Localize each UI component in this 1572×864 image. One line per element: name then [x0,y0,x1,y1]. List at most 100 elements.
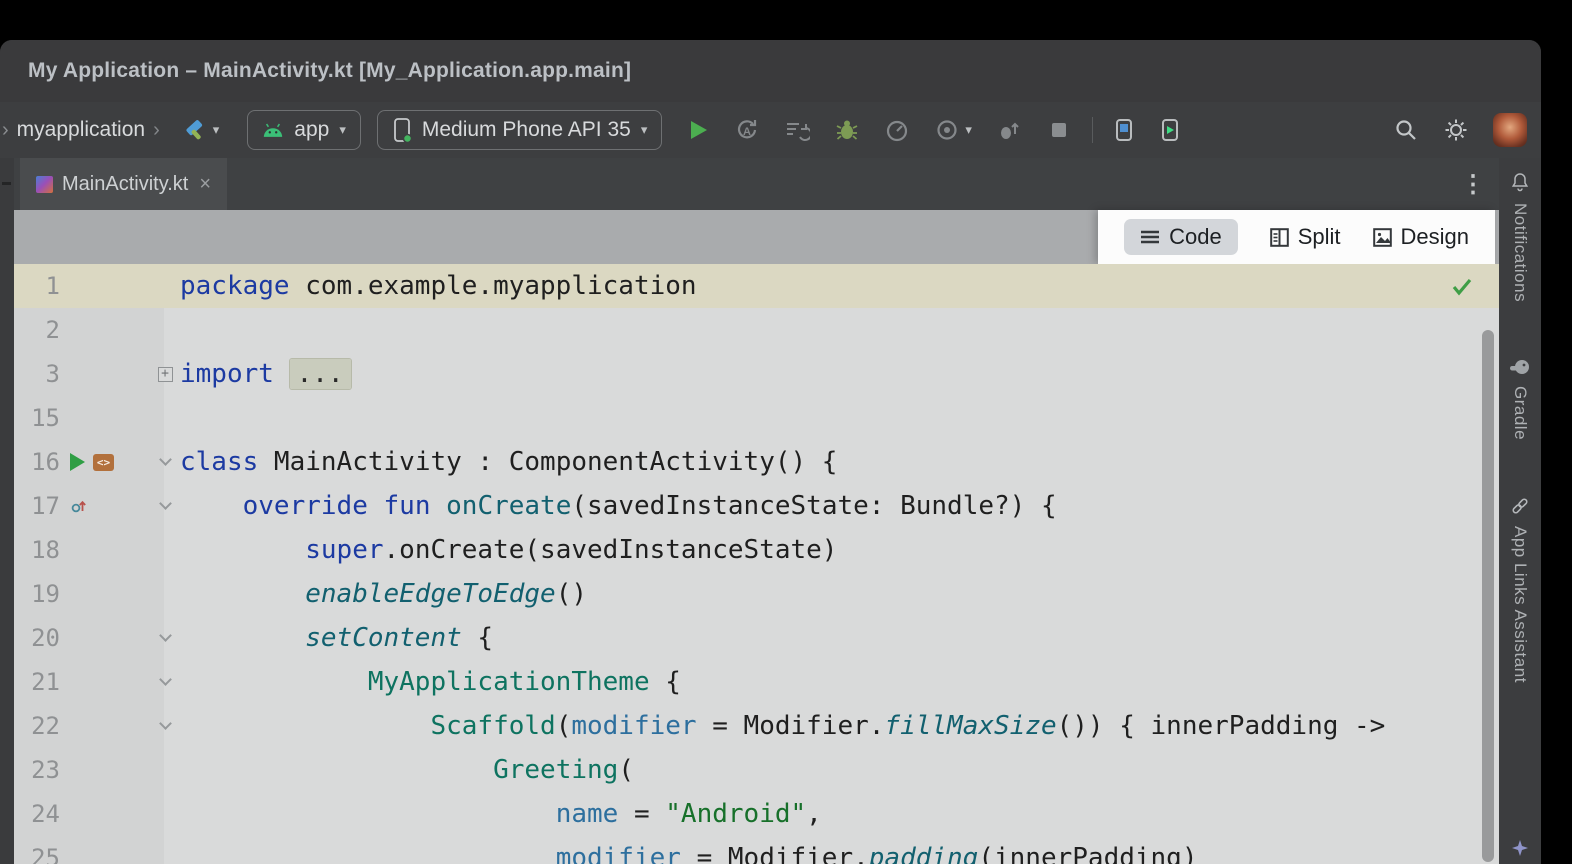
mode-design-button[interactable]: Design [1373,224,1469,250]
fold-column: + [150,367,180,382]
override-gutter-icon[interactable] [70,497,88,515]
mode-split-button[interactable]: Split [1270,224,1341,250]
apply-code-changes-button[interactable] [784,117,810,143]
code-token: MyApplicationTheme [368,667,650,697]
code-token: com.example.myapplication [290,271,697,301]
code-text[interactable]: MyApplicationTheme { [180,667,681,697]
run-gutter-icon[interactable] [70,453,85,471]
code-token: { [462,623,493,653]
app-links-icon [1510,496,1530,516]
code-token: MainActivity : ComponentActivity() { [258,447,837,477]
code-token: import [180,359,274,389]
mode-code-label: Code [1169,224,1222,250]
line-number[interactable]: 24 [14,800,60,828]
build-menu-button[interactable]: ▾ [182,117,220,143]
profiler-button[interactable] [884,117,910,143]
fold-collapse-icon[interactable] [159,497,172,510]
avatar[interactable] [1493,113,1527,147]
fold-collapse-icon[interactable] [159,673,172,686]
code-text[interactable]: Scaffold(modifier = Modifier.fillMaxSize… [180,711,1385,741]
fold-collapse-icon[interactable] [159,629,172,642]
left-tool-window-bar[interactable] [0,158,14,864]
line-number[interactable]: 25 [14,844,60,864]
stop-button[interactable] [1046,117,1072,143]
ide-window: My Application – MainActivity.kt [My_App… [0,40,1541,864]
inspections-ok-icon[interactable] [1451,276,1473,296]
toolbar-right-group [1393,113,1531,147]
line-number[interactable]: 2 [14,316,60,344]
line-number[interactable]: 15 [14,404,60,432]
fold-collapse-icon[interactable] [159,717,172,730]
code-token: "Android" [665,799,806,829]
code-editor[interactable]: 1package com.example.myapplication23+imp… [14,264,1499,864]
code-token: { [650,667,681,697]
code-token: setContent [305,623,462,653]
split-mode-icon [1270,228,1289,247]
module-selector[interactable]: app ▾ [247,110,361,150]
code-token: (innerPadding) [978,843,1197,864]
device-manager-button[interactable] [1111,117,1137,143]
profiler-gauge-icon [884,117,910,143]
fold-column [150,636,180,640]
compose-gutter-icon[interactable]: <> [93,454,114,471]
run-button[interactable] [686,118,710,142]
search-everywhere-button[interactable] [1393,117,1419,143]
code-token: = [618,799,665,829]
code-line: 3 + import ... [14,352,1499,396]
line-number[interactable]: 3 [14,360,60,388]
code-line: 20 setContent { [14,616,1499,660]
code-token: () [556,579,587,609]
code-text[interactable]: package com.example.myapplication [180,271,697,301]
line-number[interactable]: 18 [14,536,60,564]
code-text[interactable]: modifier = Modifier.padding(innerPadding… [180,843,1198,864]
code-text[interactable]: name = "Android", [180,799,822,829]
line-number[interactable]: 20 [14,624,60,652]
sidebar-label: Gradle [1510,386,1530,440]
fold-column [150,504,180,508]
code-area[interactable]: 1package com.example.myapplication23+imp… [14,264,1499,864]
code-line: 15 [14,396,1499,440]
device-selector[interactable]: Medium Phone API 35 ▾ [377,110,663,150]
project-breadcrumb[interactable]: myapplication [17,118,145,142]
code-text[interactable]: enableEdgeToEdge() [180,579,587,609]
code-line: 19 enableEdgeToEdge() [14,572,1499,616]
tab-mainactivity[interactable]: MainActivity.kt × [20,158,227,210]
sidebar-item-gradle[interactable]: Gradle [1509,358,1531,440]
fold-collapse-icon[interactable] [159,453,172,466]
running-devices-button[interactable] [1157,117,1183,143]
line-number[interactable]: 16 [14,448,60,476]
code-text[interactable]: setContent { [180,623,493,653]
code-token: = Modifier. [681,843,869,864]
line-number[interactable]: 1 [14,272,60,300]
line-number[interactable]: 23 [14,756,60,784]
line-number[interactable]: 21 [14,668,60,696]
sidebar-item-app-links-assistant[interactable]: App Links Assistant [1510,496,1530,683]
line-number[interactable]: 19 [14,580,60,608]
mode-code-button[interactable]: Code [1124,219,1238,255]
tab-close-icon[interactable]: × [199,173,211,196]
sidebar-item-notifications[interactable]: Notifications [1510,172,1530,302]
line-number[interactable]: 17 [14,492,60,520]
apply-changes-button[interactable]: A [734,117,760,143]
attach-debugger-button[interactable] [996,117,1022,143]
code-token: (savedInstanceState: Bundle?) { [571,491,1056,521]
editor-options-button[interactable]: ⋮ [1461,170,1485,199]
editor-tab-bar: MainActivity.kt × ⋮ [14,158,1499,210]
code-text[interactable]: override fun onCreate(savedInstanceState… [180,491,1057,521]
editor-scrollbar[interactable] [1482,330,1494,862]
code-token: modifier [556,843,681,864]
debug-button[interactable] [834,117,860,143]
code-token: ... [290,359,351,389]
fold-expand-icon[interactable]: + [158,367,173,382]
android-icon [262,123,284,138]
code-text[interactable]: class MainActivity : ComponentActivity()… [180,447,837,477]
code-text[interactable]: Greeting( [180,755,634,785]
ai-assistant-icon[interactable] [1511,839,1529,862]
code-token [180,711,430,741]
code-text[interactable]: super.onCreate(savedInstanceState) [180,535,837,565]
settings-button[interactable] [1443,117,1469,143]
line-number[interactable]: 22 [14,712,60,740]
code-text[interactable]: import ... [180,359,351,389]
search-icon [1393,117,1419,143]
more-run-options-button[interactable]: ▾ [934,117,972,143]
